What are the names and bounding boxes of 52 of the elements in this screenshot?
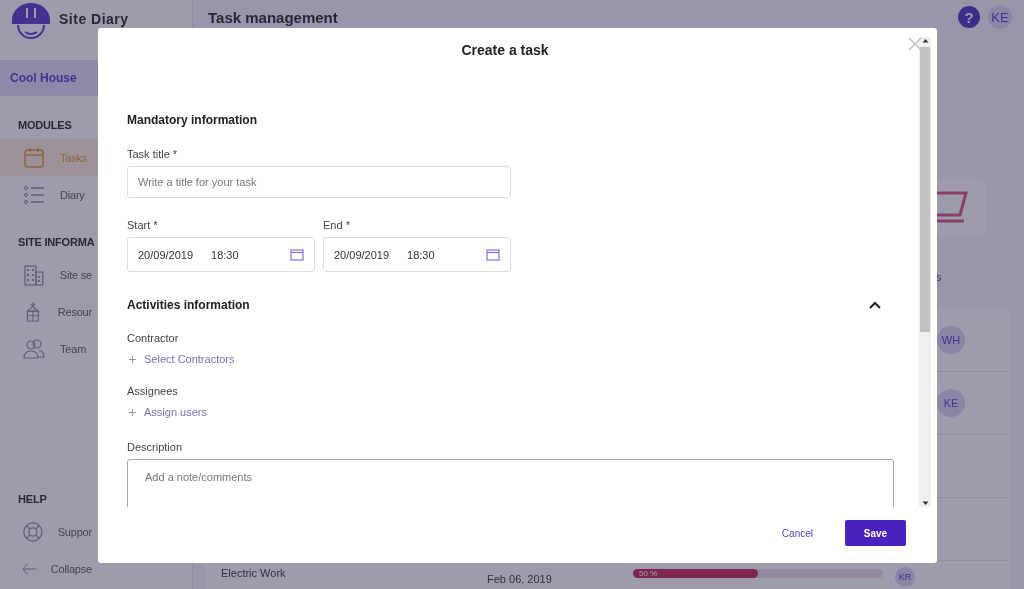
nav-item[interactable]: Resour: [0, 293, 98, 330]
field-label: Start *: [127, 219, 159, 231]
field-label: Contractor: [127, 332, 180, 344]
nav-item[interactable]: Collapse: [0, 550, 98, 587]
nav-item[interactable]: Suppor: [0, 513, 98, 550]
people-icon: [22, 336, 46, 361]
save-button[interactable]: Save: [845, 520, 906, 546]
calendar-icon: [290, 248, 304, 261]
page-title: Task management: [208, 8, 339, 26]
chevron-up-icon[interactable]: [869, 301, 881, 309]
scroll-up-icon: [921, 37, 929, 44]
section-heading: SITE INFORMA: [18, 236, 95, 248]
calendar-icon: [486, 248, 500, 261]
add-link[interactable]: Assign users: [127, 406, 207, 418]
plus-icon: [129, 355, 136, 363]
date-field[interactable]: 20/09/2019 18:30: [127, 237, 315, 272]
column-header: s: [936, 271, 942, 283]
scrollbar[interactable]: [919, 37, 931, 507]
help-icon[interactable]: ?: [958, 6, 980, 28]
section-heading: Mandatory information: [127, 113, 258, 127]
field-label: Assignees: [127, 385, 179, 397]
plus-icon: [129, 408, 136, 416]
nav-item[interactable]: Team: [0, 330, 98, 367]
building-icon: [22, 262, 46, 287]
assignee-avatar: WH: [937, 326, 965, 354]
app-name: Site Diary: [59, 11, 129, 27]
task-name: Electric Work: [221, 567, 287, 579]
assignee-avatar: KE: [937, 389, 965, 417]
section-heading: HELP: [18, 493, 47, 505]
task-row[interactable]: Electric Work Feb 06, 2019 50 % KR: [205, 561, 1010, 589]
user-avatar[interactable]: KE: [988, 5, 1012, 29]
scroll-down-icon: [921, 500, 929, 507]
task-date: Feb 06, 2019: [487, 572, 553, 585]
field-label: End *: [323, 219, 351, 231]
assignee-avatar: KR: [895, 567, 915, 587]
lifebuoy-icon: [22, 519, 44, 544]
date-field[interactable]: 20/09/2019 18:30: [323, 237, 511, 272]
add-link[interactable]: Select Contractors: [127, 353, 235, 365]
close-icon: [908, 37, 922, 51]
dialog-title: Create a task: [460, 42, 550, 60]
project-selector[interactable]: Cool House: [0, 60, 98, 96]
field-label: Description: [127, 441, 184, 453]
description-field[interactable]: Add a note/comments: [127, 459, 894, 507]
calendar-icon: [22, 145, 46, 170]
cancel-button[interactable]: Cancel: [775, 526, 819, 540]
field-label: Task title *: [127, 148, 179, 160]
section-heading: MODULES: [18, 119, 72, 131]
nav-item[interactable]: Diary: [0, 176, 98, 213]
nav-item[interactable]: Site se: [0, 256, 98, 293]
progress-reading: 50 %: [639, 569, 658, 578]
section-heading: Activities information: [127, 298, 250, 312]
input-field[interactable]: Write a title for your task: [127, 166, 511, 198]
